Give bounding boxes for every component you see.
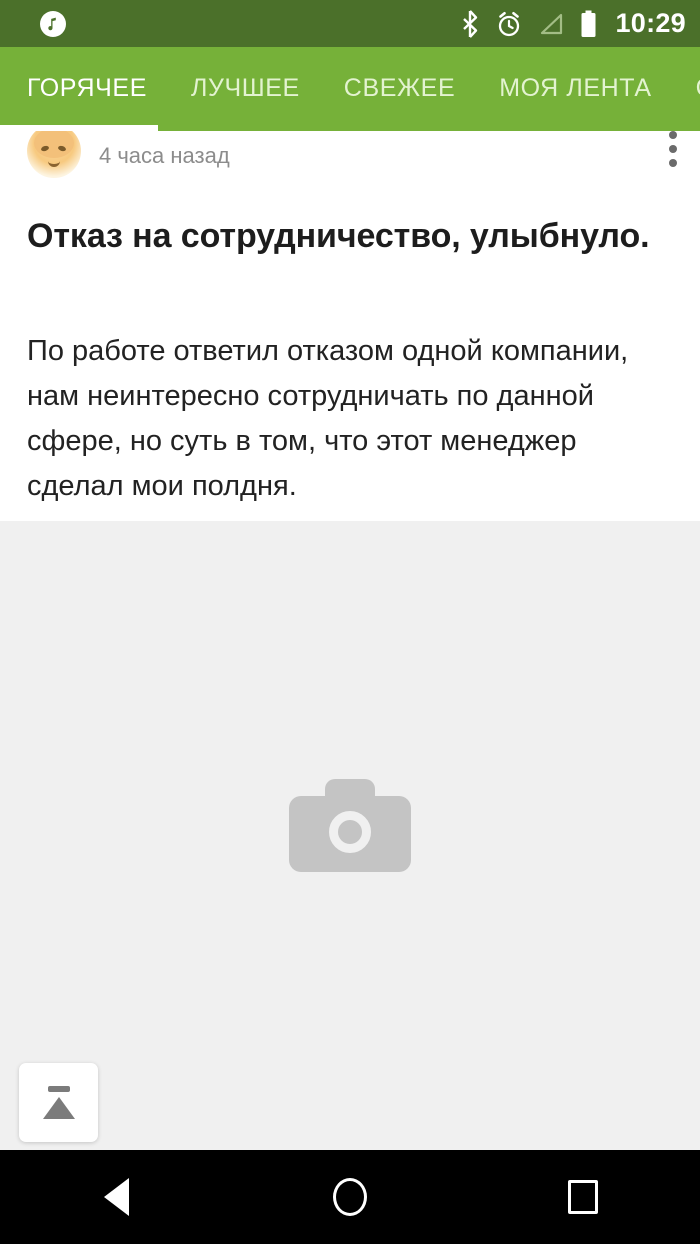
status-bar-notifications [40,10,66,37]
back-button[interactable] [0,1178,233,1216]
tab-list[interactable]: ГОРЯЧЕЕ ЛУЧШЕЕ СВЕЖЕЕ МОЯ ЛЕНТА СО [0,47,700,131]
post-body-text: По работе ответил отказом одной компании… [27,335,629,502]
tab-communities[interactable]: СО [696,75,700,103]
eject-bar [47,1085,70,1092]
avatar-face-shape [34,131,74,158]
bluetooth-icon [460,9,480,38]
overflow-menu-icon[interactable] [668,131,678,171]
post-header: 4 часа назад [0,131,700,187]
tab-my-feed[interactable]: МОЯ ЛЕНТА [499,75,651,103]
eject-to-top-icon [40,1084,78,1122]
alarm-clock-icon [496,10,522,38]
tab-fresh[interactable]: СВЕЖЕЕ [344,75,455,103]
post-timestamp: 4 часа назад [99,142,230,168]
scroll-to-top-button[interactable] [19,1063,98,1142]
eject-triangle [42,1096,75,1119]
overflow-dot [669,159,677,167]
signal-no-service-icon [538,12,564,36]
battery-full-icon [580,10,597,38]
music-note-icon [40,10,66,37]
home-button[interactable] [233,1178,466,1216]
tab-hot[interactable]: ГОРЯЧЕЕ [27,75,147,103]
status-bar-clock: 10:29 [615,8,686,38]
post-image-placeholder[interactable] [0,521,700,1142]
camera-icon [289,779,411,872]
tab-bar: ГОРЯЧЕЕ ЛУЧШЕЕ СВЕЖЕЕ МОЯ ЛЕНТА СО [0,47,700,131]
home-circle-icon [332,1178,367,1216]
avatar-mouth [48,157,60,167]
overflow-dot [669,131,677,139]
tab-best[interactable]: ЛУЧШЕЕ [191,75,300,103]
back-triangle-icon [83,1178,130,1216]
phone-screen: 10:29 ГОРЯЧЕЕ ЛУЧШЕЕ СВЕЖЕЕ МОЯ ЛЕНТА СО… [0,0,700,1244]
android-navigation-bar [0,1150,700,1244]
recents-square-icon [568,1180,599,1214]
status-bar: 10:29 [0,0,700,47]
status-bar-system-icons: 10:29 [460,10,686,38]
camera-lens [329,811,371,853]
post-title[interactable]: Отказ на сотрудничество, улыбнуло. [27,215,667,259]
recents-button[interactable] [467,1180,700,1214]
post-meta: 4 часа назад [99,136,230,167]
avatar[interactable] [27,131,81,178]
post-card[interactable]: 4 часа назад Отказ на сотрудничество, ул… [0,131,700,521]
overflow-dot [669,145,677,153]
